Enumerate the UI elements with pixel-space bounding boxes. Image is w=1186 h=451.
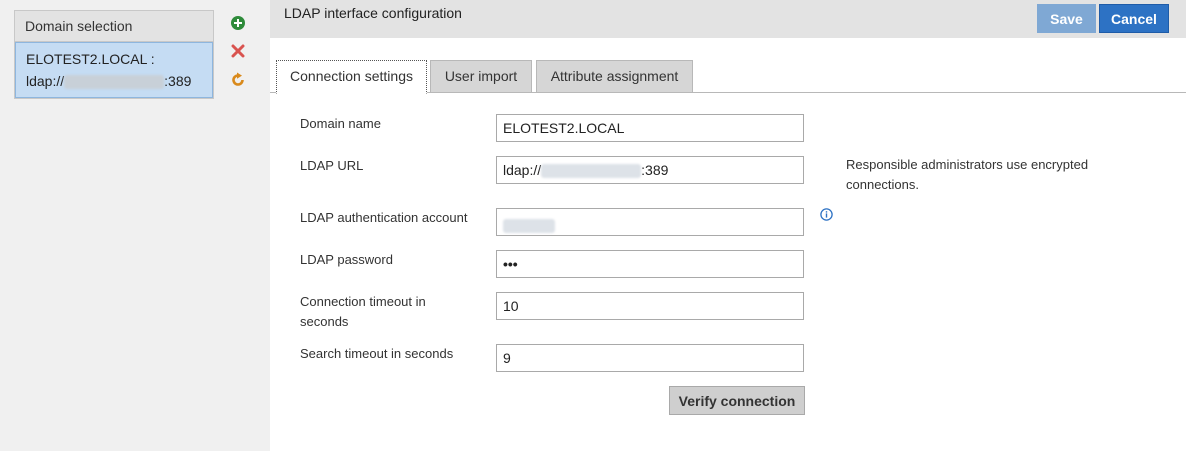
domain-item-url-prefix: ldap:// [26, 73, 65, 89]
domain-item-name: ELOTEST2.LOCAL : [26, 51, 155, 67]
domain-item-url-suffix: :389 [164, 73, 192, 89]
page-title: LDAP interface configuration [284, 5, 462, 21]
refresh-icon [232, 72, 244, 86]
search-timeout-input[interactable] [496, 344, 804, 372]
info-icon[interactable] [820, 208, 833, 221]
x-icon [231, 44, 245, 58]
redacted-host [64, 75, 165, 90]
ldap-password-input[interactable]: ••• [496, 250, 804, 278]
ldap-password-label: LDAP password [300, 252, 393, 267]
domain-selection-header: Domain selection [15, 11, 213, 42]
redacted-account [503, 219, 555, 234]
domain-selection-panel: Domain selection ELOTEST2.LOCAL : ldap:/… [14, 10, 214, 99]
add-domain-button[interactable] [229, 14, 247, 32]
tab-user-import[interactable]: User import [430, 60, 532, 92]
tab-attribute-assignment[interactable]: Attribute assignment [536, 60, 693, 92]
auth-account-label: LDAP authentication account [300, 210, 468, 225]
domain-list-item[interactable]: ELOTEST2.LOCAL : ldap:// :389 [15, 42, 213, 98]
verify-connection-button[interactable]: Verify connection [669, 386, 805, 415]
domain-name-label: Domain name [300, 116, 381, 131]
domain-name-input[interactable] [496, 114, 804, 142]
domain-sidebar: Domain selection ELOTEST2.LOCAL : ldap:/… [0, 0, 270, 451]
ldap-url-label: LDAP URL [300, 158, 364, 173]
tab-bar: Connection settings User import Attribut… [270, 58, 1186, 94]
tab-connection-settings[interactable]: Connection settings [276, 60, 427, 94]
save-button[interactable]: Save [1037, 4, 1096, 33]
connection-timeout-input[interactable] [496, 292, 804, 320]
delete-domain-button[interactable] [229, 42, 247, 60]
page-header: LDAP interface configuration Save Cancel [270, 0, 1186, 38]
ldap-url-input[interactable]: ldap:// :389 [496, 156, 804, 184]
refresh-domain-button[interactable] [229, 71, 247, 89]
redacted-host [541, 164, 642, 179]
ldap-url-prefix: ldap:// [503, 162, 542, 178]
ldap-url-suffix: :389 [641, 162, 669, 178]
search-timeout-label: Search timeout in seconds [300, 346, 454, 361]
connection-timeout-label: Connection timeout in seconds [300, 292, 426, 332]
connection-timeout-label-line2: seconds [300, 314, 349, 329]
add-circle-icon [231, 16, 245, 30]
cancel-button[interactable]: Cancel [1099, 4, 1169, 33]
domain-item-url: ldap:// :389 [26, 70, 202, 92]
encryption-note: Responsible administrators use encrypted… [846, 157, 1089, 192]
auth-account-input[interactable] [496, 208, 804, 236]
connection-timeout-label-line1: Connection timeout in [300, 294, 426, 309]
